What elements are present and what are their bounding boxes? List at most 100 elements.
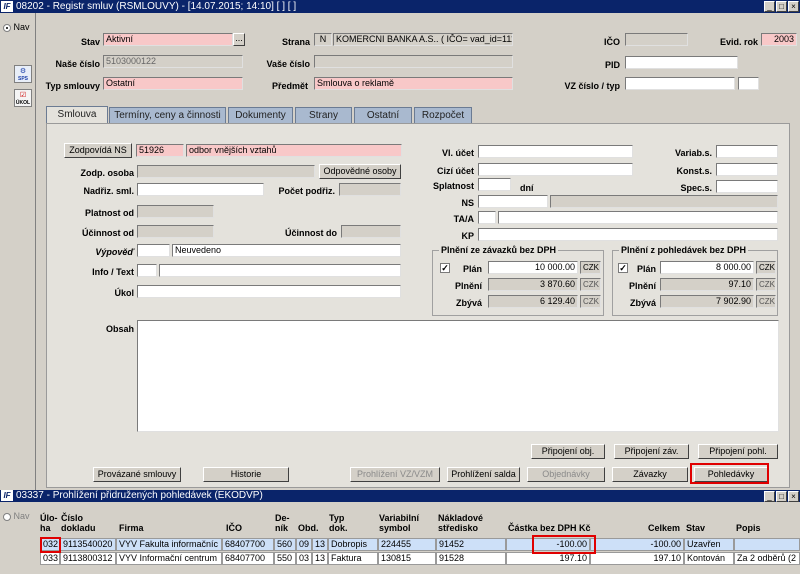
stav-lookup-button[interactable]: ... <box>233 33 245 46</box>
historie-button[interactable]: Historie <box>203 467 289 482</box>
tab-smlouva[interactable]: Smlouva <box>46 106 108 124</box>
pid-field[interactable] <box>625 56 738 69</box>
strana-field[interactable]: KOMERCNI BANKA A.S.. ( IČO= vad_id=11152… <box>333 33 513 46</box>
row-stredisko: 91528 <box>436 552 506 565</box>
window2-maximize-button[interactable]: □ <box>776 491 787 502</box>
plan-pohledavky-currency: CZK <box>756 261 776 274</box>
minimize-button[interactable]: _ <box>764 1 775 12</box>
plan-pohledavky-checkbox[interactable]: ✓ <box>618 263 628 273</box>
obsah-textarea[interactable] <box>137 320 779 432</box>
col-ico[interactable]: IČO <box>226 513 242 533</box>
col-castka[interactable]: Částka bez DPH Kč <box>508 513 591 533</box>
nase-cislo-field[interactable]: 5103000122 <box>103 55 243 68</box>
window2-nav-label: Nav <box>13 511 30 521</box>
close-button[interactable]: × <box>788 1 799 12</box>
tab-rozpocet[interactable]: Rozpočet <box>414 107 472 123</box>
plan-pohledavky-field[interactable]: 8 000.00 <box>660 261 754 274</box>
col-typ-dok[interactable]: Typ dok. <box>329 513 348 533</box>
vypoved-code-field[interactable] <box>137 244 170 257</box>
predmet-field[interactable]: Smlouva o reklamě <box>314 77 513 90</box>
vz-cislo-field[interactable] <box>625 77 735 90</box>
stav-field[interactable]: Aktivní <box>103 33 233 46</box>
col-nakladove-stredisko[interactable]: Nákladové středisko <box>438 513 483 533</box>
kp-field[interactable] <box>478 228 778 241</box>
row-firma: VYV Informační centrum <box>116 552 222 565</box>
taa-code-field[interactable] <box>478 211 496 224</box>
window2-close-button[interactable]: × <box>788 491 799 502</box>
window2-minimize-button[interactable]: _ <box>764 491 775 502</box>
strana-code-field[interactable]: N <box>314 33 332 46</box>
ucinnost-od-field[interactable] <box>137 225 214 238</box>
pohledavky-button[interactable]: Pohledávky <box>694 467 768 482</box>
ico-field[interactable] <box>625 33 688 46</box>
konst-field[interactable] <box>716 163 778 176</box>
col-obd[interactable]: Obd. <box>298 513 319 533</box>
pripojeni-pohl-button[interactable]: Připojení pohl. <box>698 444 778 459</box>
ucinnost-do-field[interactable] <box>341 225 401 238</box>
nadriz-field[interactable] <box>137 183 264 196</box>
plneni-pohledavky-currency: CZK <box>756 278 776 291</box>
ukol-field[interactable] <box>137 285 401 298</box>
row-obd: 09 <box>296 538 312 551</box>
col-stav[interactable]: Stav <box>686 513 705 533</box>
vypoved-field[interactable]: Neuvedeno <box>172 244 401 257</box>
odpovedne-osoby-button[interactable]: Odpovědné osoby <box>319 164 401 179</box>
varias-field[interactable] <box>716 145 778 158</box>
zodpovida-ns-button[interactable]: Zodpovídá NS <box>64 143 132 158</box>
cizi-ucet-label: Cizí účet <box>436 166 474 176</box>
taa-field[interactable] <box>498 211 778 224</box>
evid-rok-field[interactable]: 2003 <box>761 33 797 46</box>
tab-strany[interactable]: Strany <box>295 107 352 123</box>
tab-ostatni[interactable]: Ostatní <box>354 107 412 123</box>
ns-field[interactable] <box>478 195 548 208</box>
row-cislo: 9113800312 <box>60 552 116 565</box>
platnost-field[interactable] <box>137 205 214 218</box>
window2-nav-radio-icon <box>3 512 11 521</box>
pocet-podriz-label: Počet podřiz. <box>278 186 335 196</box>
splatnost-label: Splatnost <box>432 181 474 191</box>
zodpovida-name-field[interactable]: odbor vnějších vztahů <box>186 144 402 157</box>
nadriz-label: Nadřiz. sml. <box>83 186 134 196</box>
vz-typ-field[interactable] <box>738 77 759 90</box>
ukol-icon[interactable]: ☑ ÚKOL <box>14 89 32 107</box>
cizi-ucet-field[interactable] <box>478 163 633 176</box>
prohlizeni-vz-button[interactable]: Prohlížení VZ/VZM <box>350 467 440 482</box>
pripojeni-obj-button[interactable]: Připojení obj. <box>531 444 605 459</box>
splatnost-field[interactable] <box>478 178 511 191</box>
col-variabilni-symbol[interactable]: Variabilní symbol <box>379 513 419 533</box>
spec-field[interactable] <box>716 180 778 193</box>
col-denik[interactable]: De-ník <box>275 513 290 533</box>
zodp-osoba-field[interactable] <box>137 165 315 178</box>
ns-name-field[interactable] <box>550 195 778 208</box>
plan-zavazky-field[interactable]: 10 000.00 <box>488 261 578 274</box>
typ-smlouvy-field[interactable]: Ostatní <box>103 77 243 90</box>
sps-icon[interactable]: ⚙ SPS <box>14 65 32 83</box>
pocet-podriz-field[interactable] <box>339 183 401 196</box>
provazane-smlouvy-button[interactable]: Provázané smlouvy <box>93 467 181 482</box>
info-field[interactable] <box>159 264 401 277</box>
col-celkem[interactable]: Celkem <box>648 513 680 533</box>
vase-cislo-field[interactable] <box>314 55 513 68</box>
row-stav: Uzavřen <box>684 538 734 551</box>
tab-terminy[interactable]: Termíny, ceny a činnosti <box>109 107 226 123</box>
zodpovida-code-field[interactable]: 51926 <box>136 144 184 157</box>
col-popis[interactable]: Popis <box>736 513 761 533</box>
tab-dokumenty[interactable]: Dokumenty <box>228 107 293 123</box>
row-uloha: 032 <box>40 538 60 551</box>
plneni-zavazky-label: Plnění <box>454 281 482 291</box>
row-stredisko: 91452 <box>436 538 506 551</box>
col-cislo-dokladu[interactable]: Číslo dokladu <box>61 513 96 533</box>
prohlizeni-salda-button[interactable]: Prohlížení salda <box>447 467 520 482</box>
window2-nav-radio[interactable]: Nav <box>3 511 30 521</box>
col-uloha[interactable]: Úlo-ha <box>40 513 58 533</box>
col-firma[interactable]: Firma <box>119 513 144 533</box>
zavazky-button[interactable]: Závazky <box>612 467 688 482</box>
vase-cislo-label: Vaše číslo <box>266 59 310 69</box>
maximize-button[interactable]: □ <box>776 1 787 12</box>
vl-ucet-field[interactable] <box>478 145 633 158</box>
info-code-field[interactable] <box>137 264 157 277</box>
nav-radio[interactable]: Nav <box>3 22 30 32</box>
pripojeni-zav-button[interactable]: Připojení záv. <box>614 444 689 459</box>
objednavky-button[interactable]: Objednávky <box>527 467 605 482</box>
plan-zavazky-checkbox[interactable]: ✓ <box>440 263 450 273</box>
